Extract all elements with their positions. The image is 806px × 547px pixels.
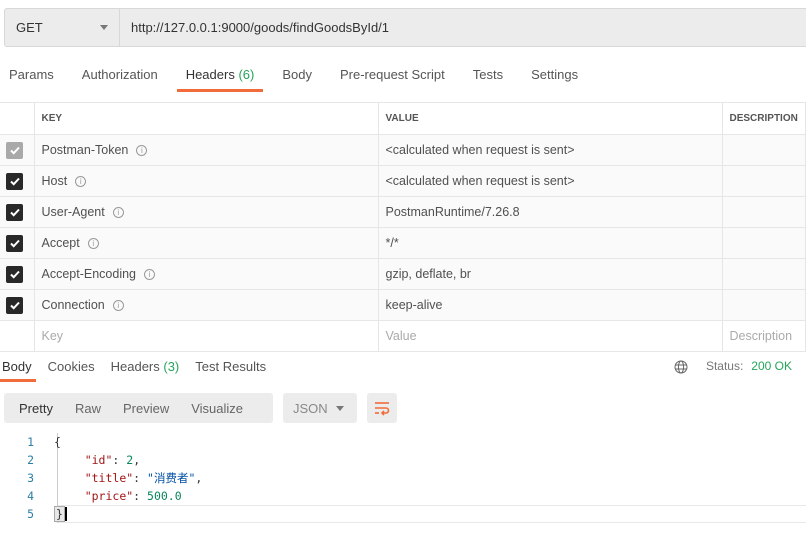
header-key[interactable]: Postman-Token i	[33, 134, 379, 166]
header-description[interactable]	[721, 165, 806, 197]
header-key[interactable]: Host i	[33, 165, 379, 197]
header-description[interactable]	[721, 289, 806, 321]
info-icon: i	[87, 238, 99, 250]
header-key[interactable]: Connection i	[33, 289, 379, 321]
column-key: KEY	[33, 102, 379, 135]
info-icon: i	[144, 269, 156, 281]
table-row: Host i <calculated when request is sent>	[0, 165, 806, 197]
globe-icon[interactable]	[674, 360, 688, 374]
info-icon: i	[112, 207, 124, 219]
checkbox[interactable]	[6, 265, 23, 283]
view-raw[interactable]: Raw	[65, 401, 111, 416]
column-description: DESCRIPTION	[721, 102, 806, 135]
info-icon: i	[136, 145, 148, 157]
view-pretty[interactable]: Pretty	[4, 401, 63, 416]
new-description-input[interactable]: Description	[721, 320, 806, 352]
header-value[interactable]: keep-alive	[377, 289, 723, 321]
wrap-icon	[375, 402, 390, 416]
tab-cookies[interactable]: Cookies	[44, 352, 99, 382]
check-icon	[9, 177, 20, 186]
view-visualize[interactable]: Visualize	[181, 401, 253, 416]
checkbox[interactable]	[6, 203, 23, 221]
column-value: VALUE	[377, 102, 723, 135]
header-value[interactable]: <calculated when request is sent>	[377, 134, 723, 166]
header-key[interactable]: User-Agent i	[33, 196, 379, 228]
table-row: Connection i keep-alive	[0, 289, 806, 321]
check-icon	[9, 146, 20, 155]
request-tabs: Params Authorization Headers (6) Body Pr…	[0, 60, 597, 92]
tab-headers[interactable]: Headers (6)	[176, 60, 264, 92]
tab-body[interactable]: Body	[273, 60, 321, 92]
tab-tests[interactable]: Tests	[464, 60, 512, 92]
checkbox[interactable]	[6, 141, 23, 159]
checkbox[interactable]	[6, 296, 23, 314]
tab-response-body[interactable]: Body	[0, 352, 36, 382]
headers-table: KEY VALUE DESCRIPTION Postman-Token i <ca…	[0, 102, 806, 352]
new-key-input[interactable]: Key	[33, 320, 379, 352]
table-row: Postman-Token i <calculated when request …	[0, 134, 806, 166]
table-row: Accept-Encoding i gzip, deflate, br	[0, 258, 806, 290]
header-value[interactable]: */*	[377, 227, 723, 259]
view-mode-bar: Pretty Raw Preview Visualize	[4, 393, 273, 423]
checkbox[interactable]	[6, 234, 23, 252]
chevron-down-icon	[100, 25, 108, 30]
check-icon	[9, 239, 20, 248]
wrap-lines-button[interactable]	[367, 393, 397, 423]
check-icon	[9, 270, 20, 279]
tab-settings[interactable]: Settings	[522, 60, 587, 92]
response-body-editor[interactable]: 1{ 2 "id": 2, 3 "title": "消费者", 4 "price…	[0, 433, 806, 523]
tab-params[interactable]: Params	[0, 60, 63, 92]
response-tabs: Body Cookies Headers (3) Test Results	[0, 352, 278, 382]
info-icon: i	[112, 300, 124, 312]
tab-authorization[interactable]: Authorization	[73, 60, 167, 92]
status-code: 200 OK	[751, 359, 792, 373]
chevron-down-icon	[336, 406, 344, 411]
header-description[interactable]	[721, 134, 806, 166]
header-value[interactable]: gzip, deflate, br	[377, 258, 723, 290]
format-select[interactable]: JSON	[283, 393, 357, 423]
check-icon	[9, 208, 20, 217]
header-description[interactable]	[721, 196, 806, 228]
info-icon: i	[75, 176, 87, 188]
method-select[interactable]: GET	[4, 8, 120, 47]
table-row: Accept i */*	[0, 227, 806, 259]
checkbox[interactable]	[6, 172, 23, 190]
url-input[interactable]: http://127.0.0.1:9000/goods/findGoodsByI…	[119, 8, 806, 47]
header-key[interactable]: Accept i	[33, 227, 379, 259]
tab-pre-request-script[interactable]: Pre-request Script	[331, 60, 454, 92]
header-description[interactable]	[721, 258, 806, 290]
table-row: User-Agent i PostmanRuntime/7.26.8	[0, 196, 806, 228]
view-preview[interactable]: Preview	[113, 401, 179, 416]
header-description[interactable]	[721, 227, 806, 259]
new-value-input[interactable]: Value	[377, 320, 723, 352]
header-key[interactable]: Accept-Encoding i	[33, 258, 379, 290]
header-value[interactable]: PostmanRuntime/7.26.8	[377, 196, 723, 228]
tab-response-headers[interactable]: Headers (3)	[107, 352, 184, 382]
header-value[interactable]: <calculated when request is sent>	[377, 165, 723, 197]
tab-test-results[interactable]: Test Results	[191, 352, 270, 382]
check-icon	[9, 301, 20, 310]
response-status: Status: 200 OK	[674, 352, 792, 381]
